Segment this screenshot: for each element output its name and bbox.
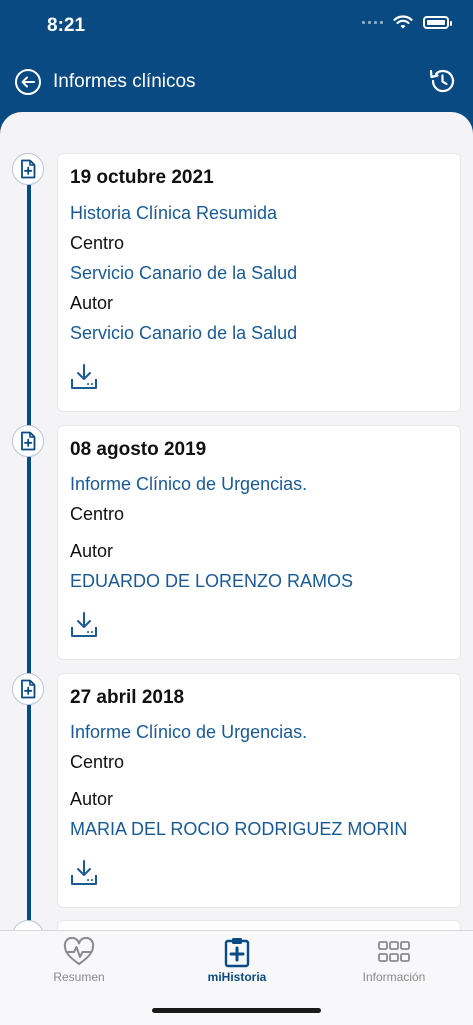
- report-type-link[interactable]: Informe Clínico de Urgencias.: [70, 474, 307, 495]
- document-plus-icon: [12, 153, 44, 185]
- wifi-icon: [393, 15, 413, 29]
- report-type-link[interactable]: Informe Clínico de Urgencias.: [70, 722, 307, 743]
- signal-icon: [362, 21, 383, 24]
- document-plus-icon: [12, 673, 44, 705]
- tab-label: Información: [362, 970, 426, 984]
- centro-value: Servicio Canario de la Salud: [70, 263, 298, 283]
- status-icons: [362, 15, 452, 30]
- report-card[interactable]: 19 octubre 2021 Historia Clínica Resumid…: [57, 153, 461, 412]
- download-icon[interactable]: [69, 858, 99, 888]
- heart-pulse-icon: [63, 937, 95, 965]
- history-icon[interactable]: [427, 66, 457, 96]
- centro-label: Centro: [70, 233, 125, 253]
- document-plus-icon: [12, 920, 44, 930]
- report-card[interactable]: 27 abril 2018 Informe Clínico de Urgenci…: [57, 673, 461, 908]
- tab-label: miHistoria: [207, 970, 267, 984]
- back-arrow-icon[interactable]: [14, 68, 42, 96]
- tab-mihistoria[interactable]: miHistoria: [158, 931, 316, 1001]
- centro-label: Centro: [70, 752, 125, 772]
- tab-informacion[interactable]: Información: [315, 931, 473, 1001]
- report-type-link[interactable]: Historia Clínica Resumida: [70, 203, 277, 224]
- report-date: 27 abril 2018: [70, 687, 185, 708]
- reports-list[interactable]: 19 octubre 2021 Historia Clínica Resumid…: [0, 112, 473, 930]
- page-title: Informes clínicos: [53, 71, 196, 92]
- home-indicator[interactable]: [152, 1008, 321, 1013]
- tab-label: Resumen: [53, 970, 105, 984]
- autor-label: Autor: [70, 293, 114, 313]
- autor-label: Autor: [70, 789, 114, 809]
- report-date: 19 octubre 2021: [70, 167, 214, 188]
- report-card[interactable]: 08 agosto 2019 Informe Clínico de Urgenc…: [57, 425, 461, 660]
- report-date: 08 agosto 2019: [70, 439, 207, 460]
- clipboard-plus-icon: [224, 938, 250, 968]
- download-icon[interactable]: [69, 362, 99, 392]
- nav-bar: Informes clínicos: [0, 52, 473, 114]
- autor-value: EDUARDO DE LORENZO RAMOS: [70, 571, 354, 591]
- download-icon[interactable]: [69, 610, 99, 640]
- grid-icon: [378, 941, 410, 962]
- autor-label: Autor: [70, 541, 114, 561]
- timeline-line: [27, 172, 31, 930]
- autor-value: MARIA DEL ROCIO RODRIGUEZ MORIN: [70, 819, 408, 839]
- document-plus-icon: [12, 425, 44, 457]
- tab-resumen[interactable]: Resumen: [0, 931, 158, 1001]
- centro-label: Centro: [70, 504, 125, 524]
- battery-icon: [423, 16, 452, 29]
- autor-value: Servicio Canario de la Salud: [70, 323, 298, 343]
- status-bar: 8:21: [0, 0, 473, 52]
- report-card[interactable]: [57, 920, 461, 930]
- status-time: 8:21: [47, 15, 86, 36]
